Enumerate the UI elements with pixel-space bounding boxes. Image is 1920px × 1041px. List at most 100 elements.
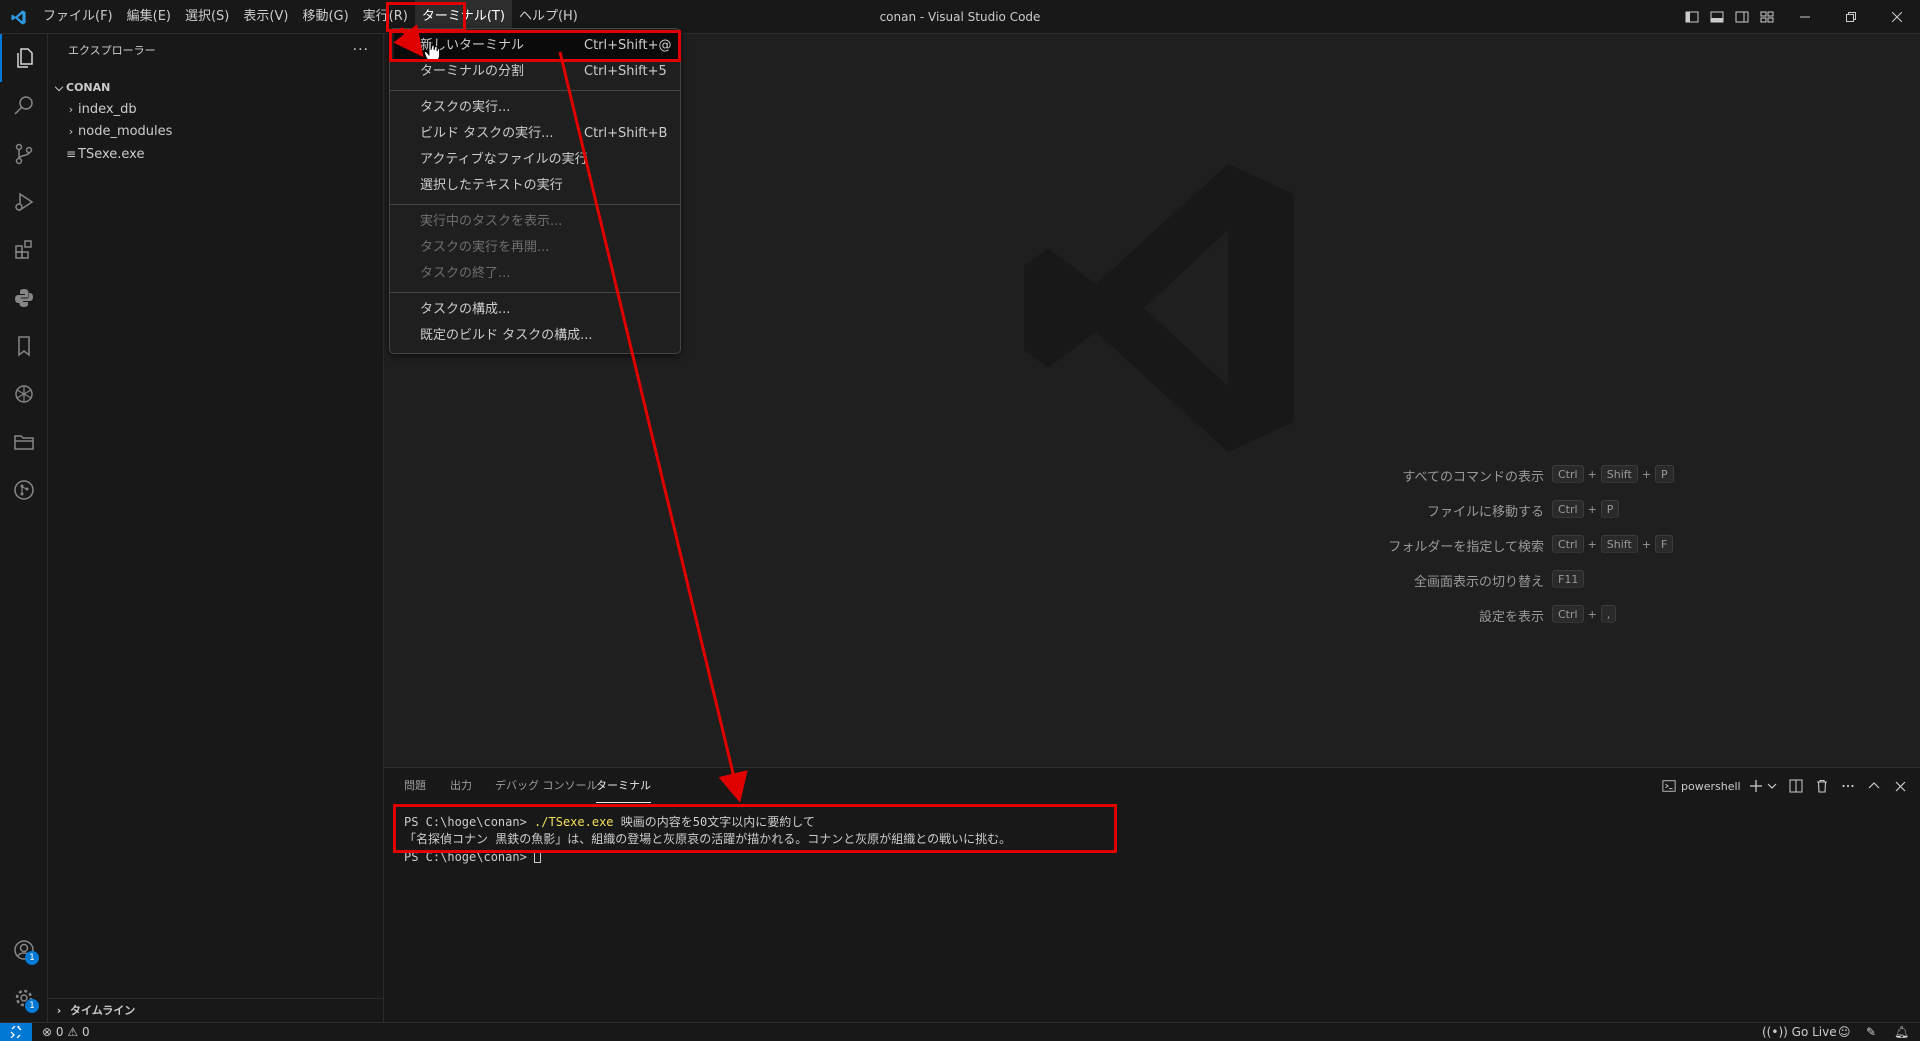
menu-item-configure-tasks[interactable]: タスクの構成... — [394, 297, 678, 323]
tree-item-label: node_modules — [78, 124, 173, 139]
explorer-title: エクスプローラー — [68, 44, 156, 57]
key-cap: , — [1600, 605, 1617, 623]
tree-item-node-modules[interactable]: › node_modules — [48, 121, 383, 143]
chevron-up-icon — [1868, 782, 1880, 789]
menu-file[interactable]: ファイル(F) — [36, 0, 120, 34]
activity-explorer[interactable] — [0, 34, 48, 82]
folder-icon — [14, 435, 34, 450]
run-debug-icon — [15, 192, 34, 212]
tab-output[interactable]: 出力 — [450, 768, 472, 804]
terminal-line-output: 「名探偵コナン 黒鉄の魚影」は、組織の登場と灰原哀の活躍が描かれる。コナンと灰原… — [404, 832, 1012, 846]
menu-item-configure-default-build-task[interactable]: 既定のビルド タスクの構成... — [394, 323, 678, 349]
chevron-down-icon: ⌵ — [54, 81, 64, 94]
minimize-button[interactable] — [1782, 0, 1828, 34]
tab-debug-console[interactable]: デバッグ コンソール — [495, 768, 598, 804]
menu-item-run-selected-text[interactable]: 選択したテキストの実行 — [394, 173, 678, 199]
tab-terminal[interactable]: ターミナル — [596, 769, 651, 803]
key-cap: Ctrl — [1552, 535, 1584, 553]
tree-item-index-db[interactable]: › index_db — [48, 99, 383, 121]
workspace-folder[interactable]: ⌵ CONAN — [48, 77, 383, 99]
key-cap: P — [1655, 465, 1674, 483]
toggle-primary-sidebar-icon[interactable] — [1684, 9, 1700, 25]
menu-view[interactable]: 表示(V) — [236, 0, 295, 34]
vscode-watermark-icon — [1024, 164, 1294, 452]
activity-project-manager[interactable] — [0, 418, 48, 466]
tree-item-tsexe[interactable]: ≡ TSexe.exe — [48, 143, 383, 165]
menu-separator — [390, 292, 680, 293]
menu-item-run-task[interactable]: タスクの実行... — [394, 95, 678, 121]
key-cap: F — [1655, 535, 1674, 553]
key-cap: F11 — [1552, 570, 1585, 588]
activity-bookmarks[interactable] — [0, 322, 48, 370]
activity-chatgpt[interactable] — [0, 370, 48, 418]
menu-item-run-build-task[interactable]: ビルド タスクの実行... Ctrl+Shift+B — [394, 121, 678, 147]
activity-accounts[interactable]: 1 — [0, 926, 48, 974]
more-actions-button[interactable] — [1836, 776, 1860, 796]
copilot-status-icon[interactable]: ☺ — [1838, 1023, 1851, 1041]
terminal-shell-selector[interactable]: powershell — [1662, 776, 1741, 796]
terminal-menu: 新しいターミナル Ctrl+Shift+@ ターミナルの分割 Ctrl+Shif… — [389, 28, 681, 354]
vscode-logo-icon — [11, 10, 26, 25]
restore-button[interactable] — [1828, 0, 1874, 34]
menu-item-show-running-tasks: 実行中のタスクを表示... — [420, 214, 563, 229]
remote-indicator[interactable] — [0, 1023, 32, 1041]
bottom-panel: 問題 出力 デバッグ コンソール ターミナル powershell PS C:\… — [384, 767, 1920, 1022]
key-cap: Shift — [1600, 535, 1638, 553]
remote-icon — [10, 1026, 22, 1038]
menu-go[interactable]: 移動(G) — [295, 0, 355, 34]
bookmark-icon — [18, 336, 30, 357]
key-cap: P — [1600, 500, 1620, 518]
activity-manage[interactable]: 1 — [0, 974, 48, 1022]
split-terminal-button[interactable] — [1784, 776, 1808, 796]
more-actions-icon[interactable]: ··· — [353, 42, 369, 58]
split-icon — [1789, 779, 1803, 793]
status-bar: ⊗ 0 ⚠ 0 ((•)) Go Live ☺ ✎ 🔔︎ — [0, 1022, 1920, 1041]
problems-status[interactable]: ⊗ 0 ⚠ 0 — [42, 1023, 90, 1041]
menu-selection[interactable]: 選択(S) — [178, 0, 236, 34]
chevron-right-icon: › — [68, 125, 74, 138]
menu-item-run-active-file[interactable]: アクティブなファイルの実行 — [394, 147, 678, 173]
maximize-panel-button[interactable] — [1862, 776, 1886, 796]
terminal-profiles-dropdown[interactable] — [1766, 776, 1778, 796]
terminal-cursor — [534, 850, 542, 863]
terminal-line-prompt[interactable]: PS C:\hoge\conan> — [404, 849, 542, 866]
timeline-section[interactable]: › タイムライン — [48, 998, 383, 1022]
activity-python[interactable] — [0, 274, 48, 322]
activity-source-control[interactable] — [0, 130, 48, 178]
go-live-button[interactable]: ((•)) Go Live — [1762, 1023, 1837, 1041]
activity-git-graph[interactable] — [0, 466, 48, 514]
close-panel-button[interactable] — [1888, 776, 1912, 796]
menu-edit[interactable]: 編集(E) — [120, 0, 178, 34]
terminal-icon — [1662, 780, 1676, 792]
activity-search[interactable] — [0, 82, 48, 130]
menu-separator — [390, 204, 680, 205]
menu-item-split-terminal[interactable]: ターミナルの分割 Ctrl+Shift+5 — [394, 59, 678, 85]
key-cap: Shift — [1600, 465, 1638, 483]
shortcut-show-settings: 設定を表示 Ctrl + , — [384, 603, 1920, 625]
customize-layout-icon[interactable] — [1759, 9, 1775, 25]
tree-item-label: TSexe.exe — [78, 147, 145, 162]
broadcast-icon: ((•)) — [1762, 1025, 1788, 1039]
hand-cursor-icon — [424, 40, 440, 62]
toggle-secondary-sidebar-icon[interactable] — [1734, 9, 1750, 25]
source-control-icon — [15, 143, 33, 165]
terminal-line-command: PS C:\hoge\conan> ./TSexe.exe 映画の内容を50文字… — [404, 815, 815, 829]
close-icon — [1892, 12, 1902, 22]
tab-problems[interactable]: 問題 — [404, 768, 426, 804]
notifications-bell-icon[interactable]: 🔔︎ — [1894, 1023, 1909, 1041]
chevron-right-icon: › — [68, 103, 74, 116]
toggle-panel-icon[interactable] — [1709, 9, 1725, 25]
activity-run-debug[interactable] — [0, 178, 48, 226]
activity-extensions[interactable] — [0, 226, 48, 274]
menu-item-terminate-task: タスクの終了... — [420, 266, 511, 281]
new-terminal-button[interactable] — [1746, 776, 1766, 796]
feedback-icon[interactable]: ✎ — [1866, 1023, 1876, 1041]
kill-terminal-button[interactable] — [1810, 776, 1834, 796]
key-cap: Ctrl — [1552, 605, 1584, 623]
warning-icon: ⚠ — [67, 1025, 79, 1039]
explorer-sidebar: エクスプローラー ··· ⌵ CONAN › index_db › node_modu… — [48, 34, 384, 1022]
close-window-button[interactable] — [1874, 0, 1920, 34]
files-icon — [17, 48, 33, 68]
chevron-down-icon — [1767, 783, 1777, 789]
file-lines-icon: ≡ — [65, 147, 77, 161]
